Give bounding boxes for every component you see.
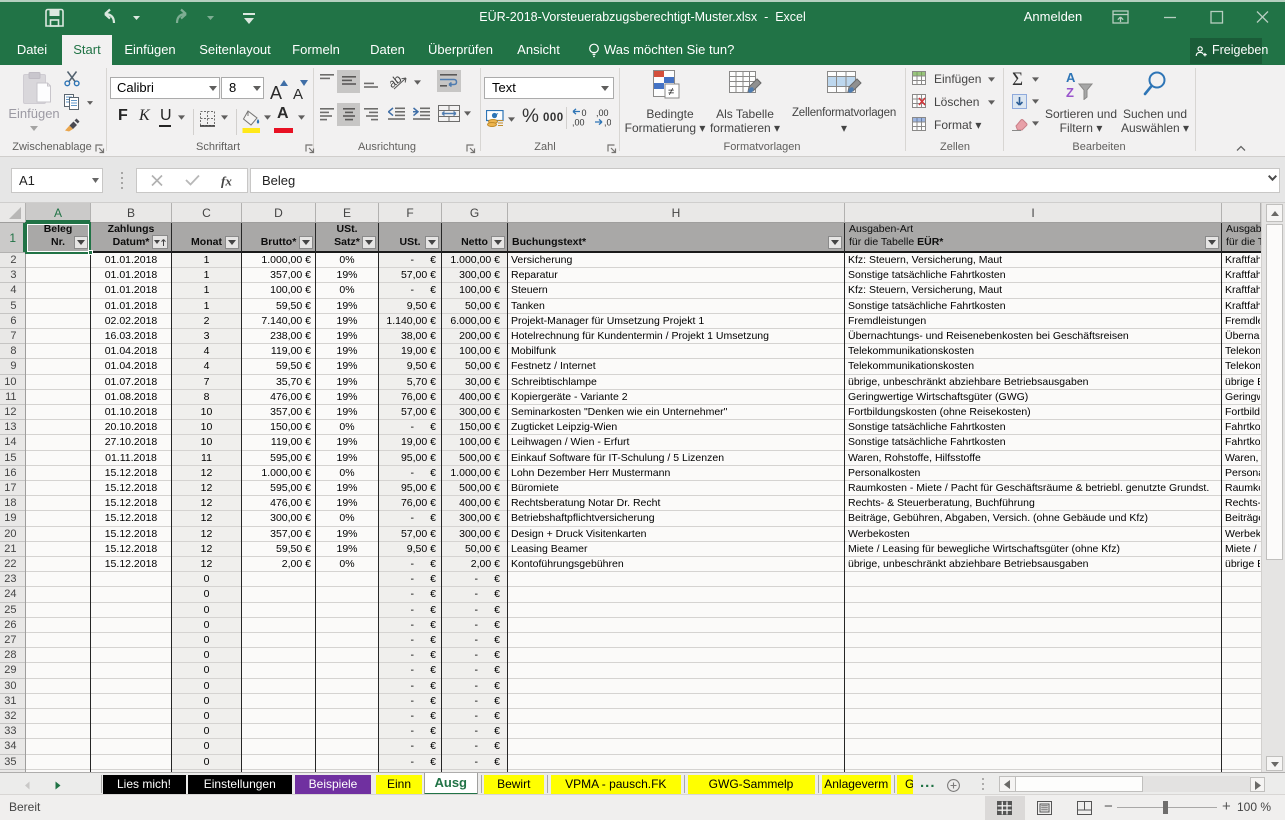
svg-text:Z: Z: [1066, 85, 1074, 100]
svg-text:,00: ,00: [596, 108, 609, 118]
svg-text:A: A: [1066, 70, 1076, 85]
svg-text:≠: ≠: [668, 86, 674, 98]
svg-text:fx: fx: [221, 174, 232, 189]
svg-text:,00: ,00: [572, 118, 585, 128]
svg-text:0: 0: [582, 108, 587, 118]
